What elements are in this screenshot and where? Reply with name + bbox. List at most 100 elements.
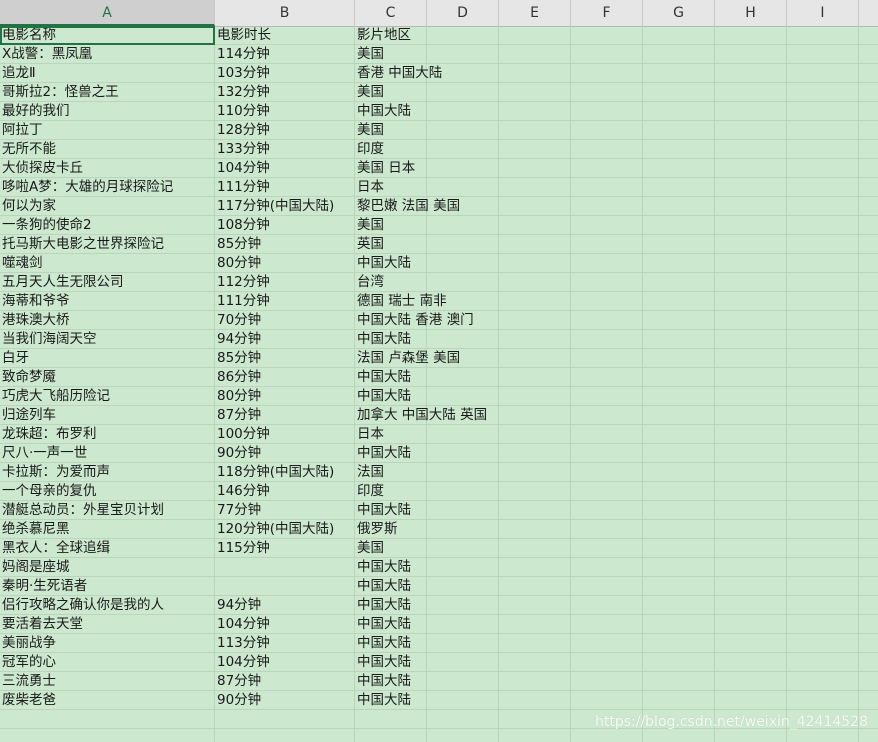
cell-duration[interactable]: 113分钟 (215, 634, 355, 653)
cell-region[interactable]: 香港 中国大陆 (355, 64, 495, 83)
cell-region[interactable] (355, 729, 495, 742)
cell-duration[interactable]: 85分钟 (215, 235, 355, 254)
cell-duration[interactable] (215, 729, 355, 742)
cell-title[interactable]: 龙珠超：布罗利 (0, 425, 215, 444)
cell-duration[interactable]: 128分钟 (215, 121, 355, 140)
cell-title[interactable]: 电影名称 (0, 26, 215, 45)
cell-title[interactable]: 妈阁是座城 (0, 558, 215, 577)
cell-region[interactable]: 中国大陆 (355, 330, 495, 349)
cell-title[interactable]: 绝杀慕尼黑 (0, 520, 215, 539)
cell-duration[interactable]: 94分钟 (215, 596, 355, 615)
cell-title[interactable] (0, 710, 215, 729)
cell-title[interactable]: 侣行攻略之确认你是我的人 (0, 596, 215, 615)
cell-region[interactable]: 中国大陆 (355, 596, 495, 615)
cell-region[interactable]: 美国 (355, 216, 495, 235)
cell-duration[interactable]: 112分钟 (215, 273, 355, 292)
cell-region[interactable]: 中国大陆 香港 澳门 (355, 311, 495, 330)
cell-duration[interactable]: 117分钟(中国大陆) (215, 197, 355, 216)
cell-duration[interactable] (215, 558, 355, 577)
column-header-i[interactable]: I (787, 0, 859, 26)
cell-region[interactable]: 中国大陆 (355, 672, 495, 691)
cell-title[interactable]: 归途列车 (0, 406, 215, 425)
cell-title[interactable]: 三流勇士 (0, 672, 215, 691)
cell-title[interactable] (0, 729, 215, 742)
cell-duration[interactable]: 108分钟 (215, 216, 355, 235)
cell-title[interactable]: 冠军的心 (0, 653, 215, 672)
cell-duration[interactable]: 110分钟 (215, 102, 355, 121)
column-header-h[interactable]: H (715, 0, 787, 26)
cell-duration[interactable]: 87分钟 (215, 406, 355, 425)
cell-region[interactable]: 中国大陆 (355, 577, 495, 596)
cell-duration[interactable]: 111分钟 (215, 178, 355, 197)
cell-title[interactable]: 最好的我们 (0, 102, 215, 121)
cell-duration[interactable]: 86分钟 (215, 368, 355, 387)
cell-title[interactable]: 废柴老爸 (0, 691, 215, 710)
cell-region[interactable]: 法国 卢森堡 美国 (355, 349, 495, 368)
cell-duration[interactable]: 77分钟 (215, 501, 355, 520)
cell-title[interactable]: 黑衣人：全球追缉 (0, 539, 215, 558)
cell-region[interactable]: 中国大陆 (355, 558, 495, 577)
cell-title[interactable]: 哥斯拉2：怪兽之王 (0, 83, 215, 102)
cell-duration[interactable]: 120分钟(中国大陆) (215, 520, 355, 539)
cell-title[interactable]: 巧虎大飞船历险记 (0, 387, 215, 406)
cell-region[interactable]: 中国大陆 (355, 691, 495, 710)
cell-region[interactable]: 台湾 (355, 273, 495, 292)
cell-duration[interactable]: 133分钟 (215, 140, 355, 159)
cell-title[interactable]: 当我们海阔天空 (0, 330, 215, 349)
cell-region[interactable]: 影片地区 (355, 26, 495, 45)
cell-region[interactable]: 中国大陆 (355, 387, 495, 406)
cell-region[interactable]: 日本 (355, 178, 495, 197)
cell-duration[interactable] (215, 710, 355, 729)
column-header-f[interactable]: F (571, 0, 643, 26)
cell-duration[interactable]: 80分钟 (215, 254, 355, 273)
column-header-a[interactable]: A (0, 0, 215, 26)
cell-duration[interactable]: 80分钟 (215, 387, 355, 406)
cell-duration[interactable]: 104分钟 (215, 159, 355, 178)
cell-region[interactable]: 加拿大 中国大陆 英国 (355, 406, 495, 425)
cell-duration[interactable]: 100分钟 (215, 425, 355, 444)
cell-title[interactable]: 秦明·生死语者 (0, 577, 215, 596)
cell-title[interactable]: 要活着去天堂 (0, 615, 215, 634)
cell-duration[interactable]: 146分钟 (215, 482, 355, 501)
cell-title[interactable]: 潜艇总动员：外星宝贝计划 (0, 501, 215, 520)
cell-region[interactable]: 日本 (355, 425, 495, 444)
cell-region[interactable]: 美国 日本 (355, 159, 495, 178)
column-header-b[interactable]: B (215, 0, 355, 26)
cell-duration[interactable]: 118分钟(中国大陆) (215, 463, 355, 482)
column-header-g[interactable]: G (643, 0, 715, 26)
column-header-c[interactable]: C (355, 0, 427, 26)
cell-region[interactable]: 德国 瑞士 南非 (355, 292, 495, 311)
cell-region[interactable]: 美国 (355, 83, 495, 102)
cell-title[interactable]: 尺八·一声一世 (0, 444, 215, 463)
cell-duration[interactable]: 94分钟 (215, 330, 355, 349)
cell-duration[interactable]: 70分钟 (215, 311, 355, 330)
cell-title[interactable]: 致命梦魇 (0, 368, 215, 387)
cell-title[interactable]: 美丽战争 (0, 634, 215, 653)
cell-region[interactable] (355, 710, 495, 729)
cell-title[interactable]: 海蒂和爷爷 (0, 292, 215, 311)
cell-title[interactable]: 无所不能 (0, 140, 215, 159)
cell-region[interactable]: 美国 (355, 121, 495, 140)
cell-region[interactable]: 美国 (355, 45, 495, 64)
cell-region[interactable]: 中国大陆 (355, 653, 495, 672)
cell-duration[interactable]: 111分钟 (215, 292, 355, 311)
cell-duration[interactable]: 87分钟 (215, 672, 355, 691)
cell-region[interactable]: 中国大陆 (355, 615, 495, 634)
cell-title[interactable]: 托马斯大电影之世界探险记 (0, 235, 215, 254)
cell-duration[interactable]: 132分钟 (215, 83, 355, 102)
cell-duration[interactable]: 90分钟 (215, 691, 355, 710)
cell-region[interactable]: 中国大陆 (355, 501, 495, 520)
cell-region[interactable]: 中国大陆 (355, 254, 495, 273)
cell-region[interactable]: 中国大陆 (355, 102, 495, 121)
column-header-e[interactable]: E (499, 0, 571, 26)
cell-region[interactable]: 美国 (355, 539, 495, 558)
cell-title[interactable]: 五月天人生无限公司 (0, 273, 215, 292)
cell-duration[interactable] (215, 577, 355, 596)
cell-title[interactable]: X战警：黑凤凰 (0, 45, 215, 64)
cell-region[interactable]: 中国大陆 (355, 368, 495, 387)
cell-duration[interactable]: 电影时长 (215, 26, 355, 45)
cell-title[interactable]: 何以为家 (0, 197, 215, 216)
cell-region[interactable]: 法国 (355, 463, 495, 482)
cell-title[interactable]: 一条狗的使命2 (0, 216, 215, 235)
cell-title[interactable]: 一个母亲的复仇 (0, 482, 215, 501)
